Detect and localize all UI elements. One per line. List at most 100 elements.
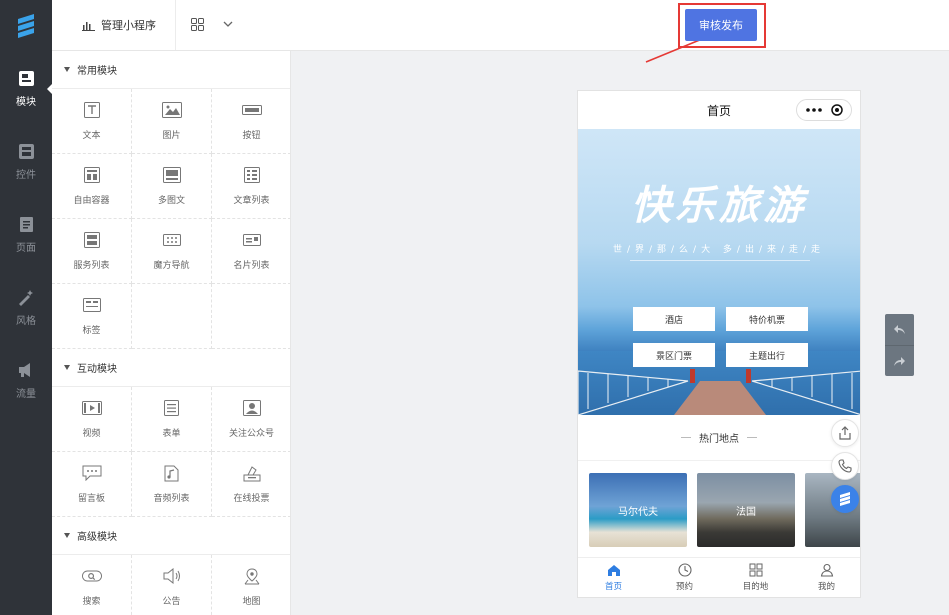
module-label: 文本	[82, 128, 100, 141]
module-grid-interactive: 视频 表单 关注公众号 留言板 音频列表 在线投票	[52, 387, 290, 517]
more-dots-icon[interactable]	[806, 108, 822, 112]
tag-icon	[82, 296, 102, 314]
module-label: 音频列表	[153, 491, 189, 504]
hero-subtitle: 世/界/那/么/大 多/出/来/走/走	[578, 242, 860, 255]
module-label: 多图文	[158, 193, 185, 206]
module-label: 关注公众号	[229, 426, 274, 439]
image-icon	[162, 101, 182, 119]
megaphone-icon	[162, 567, 182, 585]
button-icon	[242, 101, 262, 119]
module-article-list[interactable]: 文章列表	[212, 154, 291, 219]
undo-icon	[893, 324, 906, 335]
tab-label: 我的	[818, 580, 835, 592]
empty-cell	[212, 284, 291, 349]
module-service-list[interactable]: 服务列表	[52, 219, 132, 284]
module-online-vote[interactable]: 在线投票	[212, 452, 291, 517]
tab-destination[interactable]: 目的地	[720, 558, 791, 597]
rail-label: 模块	[16, 93, 36, 108]
module-text[interactable]: 文本	[52, 89, 132, 154]
scenic-tickets-button[interactable]: 景区门票	[633, 343, 715, 367]
user-card-icon	[242, 399, 262, 417]
tab-home[interactable]: 首页	[578, 558, 649, 597]
section-header-common[interactable]: 常用模块	[52, 51, 290, 89]
tab-mine[interactable]: 我的	[791, 558, 861, 597]
app-logo[interactable]	[0, 0, 52, 52]
module-message-board[interactable]: 留言板	[52, 452, 132, 517]
grid-icon	[749, 563, 763, 577]
module-button[interactable]: 按钮	[212, 89, 291, 154]
logo-icon	[14, 13, 38, 39]
theme-travel-button[interactable]: 主题出行	[726, 343, 808, 367]
empty-cell	[132, 284, 212, 349]
module-grid-advanced: 搜索 公告 地图	[52, 555, 290, 615]
phone-call-button[interactable]	[831, 452, 859, 480]
module-label: 在线投票	[233, 491, 269, 504]
module-label: 视频	[82, 426, 100, 439]
section-header-advanced[interactable]: 高级模块	[52, 517, 290, 555]
module-label: 标签	[82, 323, 100, 336]
rail-item-widget[interactable]: 控件	[0, 125, 52, 198]
multi-image-text-icon	[162, 166, 182, 184]
brand-float-button[interactable]	[831, 485, 859, 513]
module-video[interactable]: 视频	[52, 387, 132, 452]
module-label: 搜索	[82, 594, 100, 607]
module-label: 公告	[162, 594, 180, 607]
close-target-icon[interactable]	[831, 104, 843, 116]
module-audio-list[interactable]: 音频列表	[132, 452, 212, 517]
module-notice[interactable]: 公告	[132, 555, 212, 615]
place-label: 马尔代夫	[618, 503, 658, 518]
map-pin-icon	[242, 567, 262, 585]
module-map[interactable]: 地图	[212, 555, 291, 615]
place-card[interactable]: 马尔代夫	[589, 473, 687, 547]
pier-illustration	[578, 351, 860, 415]
module-image[interactable]: 图片	[132, 89, 212, 154]
module-panel: 常用模块 文本 图片 按钮 自由容器 多图文 文章列表 服务列表	[52, 51, 291, 615]
tab-label: 目的地	[743, 580, 769, 592]
module-label: 自由容器	[73, 193, 109, 206]
publish-button[interactable]: 审核发布	[685, 9, 757, 41]
service-list-icon	[82, 231, 102, 249]
tab-label: 首页	[605, 580, 622, 592]
module-form[interactable]: 表单	[132, 387, 212, 452]
article-list-icon	[242, 166, 262, 184]
rail-item-module[interactable]: 模块	[0, 52, 52, 125]
section-title: 常用模块	[77, 62, 117, 77]
hero-divider	[630, 260, 810, 261]
place-card[interactable]: 法国	[697, 473, 795, 547]
places-carousel: 马尔代夫 法国	[578, 461, 860, 556]
chevron-down-icon[interactable]	[223, 19, 233, 29]
message-icon	[82, 464, 102, 482]
module-search[interactable]: 搜索	[52, 555, 132, 615]
rail-item-page[interactable]: 页面	[0, 198, 52, 271]
miniprogram-capsule[interactable]	[796, 99, 852, 121]
module-follow-account[interactable]: 关注公众号	[212, 387, 291, 452]
cheap-flights-button[interactable]: 特价机票	[726, 307, 808, 331]
page-icon	[17, 215, 35, 233]
tab-booking[interactable]: 预约	[649, 558, 720, 597]
redo-button[interactable]	[885, 345, 914, 376]
module-cube-nav[interactable]: 魔方导航	[132, 219, 212, 284]
manage-miniprogram-link[interactable]: 管理小程序	[82, 17, 156, 33]
module-label: 地图	[242, 594, 260, 607]
traffic-icon	[17, 361, 35, 379]
module-multi-image-text[interactable]: 多图文	[132, 154, 212, 219]
share-button[interactable]	[831, 419, 859, 447]
text-icon	[82, 101, 102, 119]
hotel-button[interactable]: 酒店	[633, 307, 715, 331]
module-free-container[interactable]: 自由容器	[52, 154, 132, 219]
section-header-interactive[interactable]: 互动模块	[52, 349, 290, 387]
bar-chart-icon	[82, 20, 95, 31]
divider	[175, 0, 176, 50]
apps-grid-icon[interactable]	[191, 18, 204, 31]
rail-item-style[interactable]: 风格	[0, 271, 52, 344]
style-icon	[17, 288, 35, 306]
share-icon	[838, 426, 852, 440]
undo-button[interactable]	[885, 314, 914, 345]
vote-icon	[242, 464, 262, 482]
rail-item-traffic[interactable]: 流量	[0, 344, 52, 417]
module-card-list[interactable]: 名片列表	[212, 219, 291, 284]
module-label: 名片列表	[233, 258, 269, 271]
container-icon	[82, 166, 102, 184]
module-tag[interactable]: 标签	[52, 284, 132, 349]
rail-label: 控件	[16, 166, 36, 181]
